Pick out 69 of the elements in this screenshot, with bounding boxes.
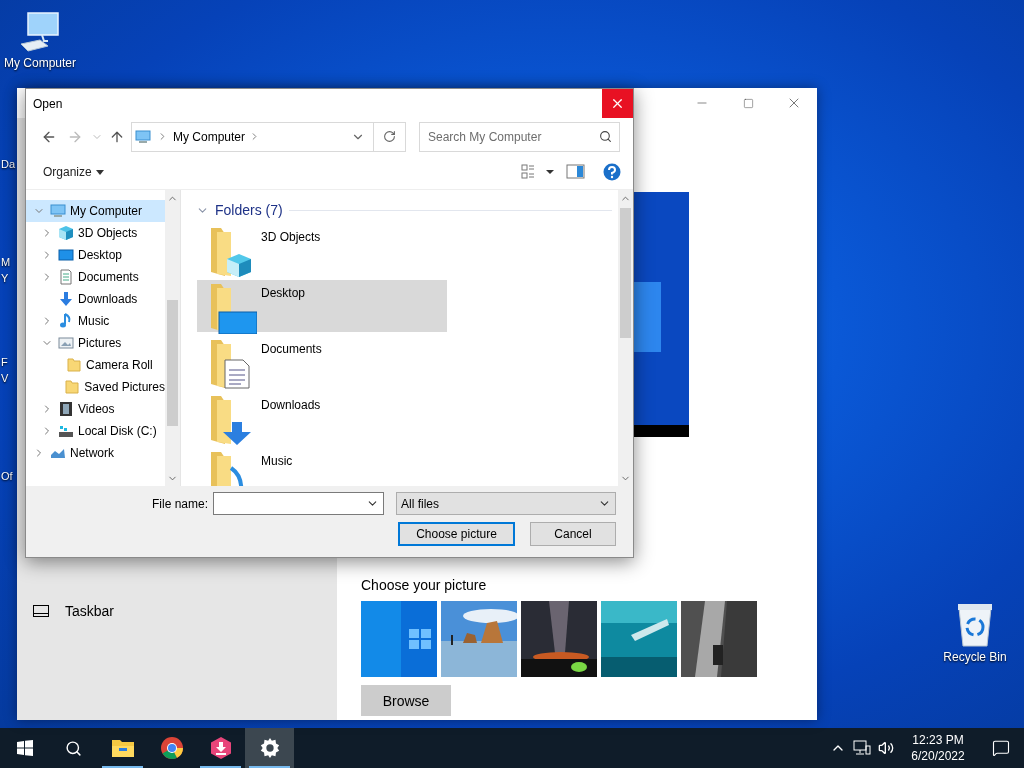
picture-frame-icon — [58, 335, 74, 351]
tree-item[interactable]: Network — [26, 442, 165, 464]
tree-item[interactable]: Pictures — [26, 332, 165, 354]
computer-icon — [135, 128, 151, 145]
desktop-icon-label[interactable]: V — [1, 372, 9, 384]
download-badge-icon — [208, 736, 233, 760]
computer-icon — [50, 203, 66, 219]
desktop-icon-label[interactable]: My Computer — [4, 56, 76, 70]
folder-item[interactable]: Documents — [197, 336, 447, 388]
desktop-icon-label[interactable]: M — [1, 256, 11, 268]
search-field[interactable]: Search My Computer — [419, 121, 620, 152]
folder-item[interactable]: Desktop — [197, 280, 447, 332]
taskbar-app-button[interactable] — [245, 728, 294, 768]
close-icon — [610, 96, 625, 111]
file-name-label: File name: — [151, 496, 208, 511]
scrollbar[interactable] — [618, 190, 633, 486]
tree-item[interactable]: Downloads — [26, 288, 165, 310]
sidebar-item[interactable]: Taskbar — [17, 593, 337, 629]
folder-icon — [64, 379, 81, 395]
desktop-icon-label[interactable]: F — [1, 356, 8, 368]
desktop-icon-label[interactable]: Of — [1, 470, 13, 482]
tree-item[interactable]: Saved Pictures — [26, 376, 165, 398]
folder-icon — [66, 357, 82, 373]
address-bar[interactable]: My Computer — [131, 121, 406, 152]
section-heading: Choose your picture — [361, 577, 488, 593]
document-icon — [58, 269, 74, 285]
search-icon[interactable] — [599, 129, 612, 143]
clock[interactable]: 12:23 PM 6/20/2022 — [898, 728, 978, 768]
choose-picture-button[interactable]: Choose picture — [398, 522, 515, 546]
film-icon — [58, 401, 74, 417]
file-name-field[interactable] — [213, 492, 384, 515]
dialog-title: Open — [33, 96, 63, 111]
search-icon — [65, 739, 82, 757]
close-button[interactable] — [602, 89, 633, 118]
file-type-select[interactable]: All files — [396, 492, 616, 515]
desktop-icon — [58, 247, 74, 263]
tree-item[interactable]: 3D Objects — [26, 222, 165, 244]
network-icon[interactable] — [853, 740, 871, 756]
desktop-icon-label[interactable]: Recycle Bin — [943, 650, 1007, 664]
tree-item[interactable]: Music — [26, 310, 165, 332]
tree-item[interactable]: Local Disk (C:) — [26, 420, 165, 442]
group-heading: Folders (7) — [215, 202, 283, 218]
desktop-icon-label[interactable]: Y — [1, 272, 9, 284]
cube-icon — [58, 225, 74, 241]
maximize-icon — [742, 97, 754, 109]
chrome-icon — [159, 736, 184, 760]
browse-button[interactable]: Browse — [361, 685, 451, 716]
folder-item[interactable]: 3D Objects — [197, 224, 447, 276]
notification-icon[interactable] — [992, 739, 1010, 757]
tree-item[interactable]: My Computer — [26, 200, 165, 222]
folder-icon — [110, 738, 135, 758]
download-arrow-icon — [58, 291, 74, 307]
tree-item[interactable]: Desktop — [26, 244, 165, 266]
refresh-icon — [383, 130, 396, 143]
desktop-icon-label[interactable]: Da — [1, 158, 16, 170]
scrollbar[interactable] — [165, 190, 180, 486]
tree-item[interactable]: Camera Roll — [26, 354, 165, 376]
volume-icon[interactable] — [878, 740, 894, 756]
taskbar-icon — [33, 605, 49, 617]
disk-drive-icon — [58, 423, 74, 439]
folder-item[interactable]: Downloads — [197, 392, 447, 444]
caret-icon — [95, 169, 104, 175]
cancel-button[interactable]: Cancel — [530, 522, 616, 546]
tree-item[interactable]: Documents — [26, 266, 165, 288]
settings-icon — [258, 737, 281, 759]
windows-logo-icon — [16, 740, 33, 756]
computer-icon — [18, 10, 62, 54]
organize-button[interactable]: Organize — [43, 165, 104, 179]
tree-item[interactable]: Videos — [26, 398, 165, 420]
